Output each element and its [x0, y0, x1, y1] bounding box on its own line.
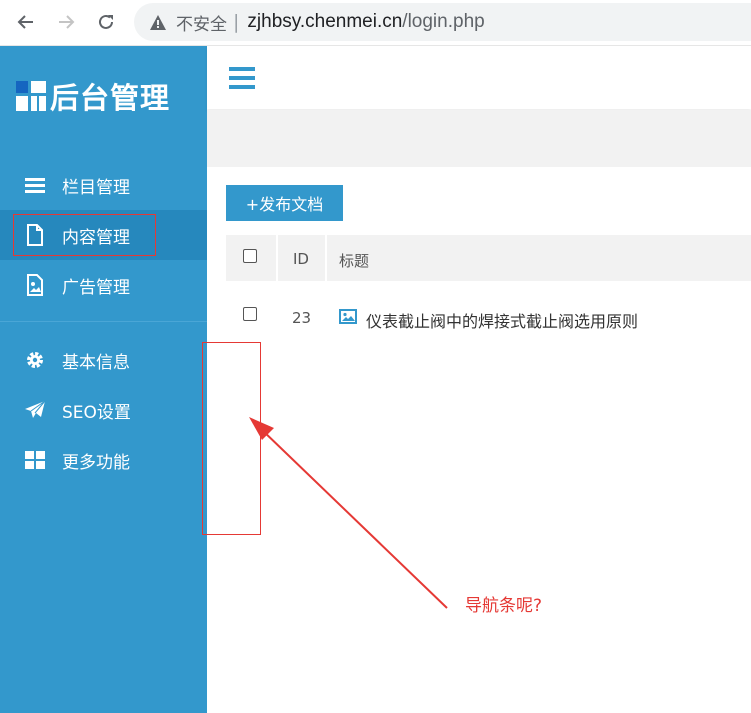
annotation-arrow-icon	[249, 417, 448, 609]
row-title-link[interactable]: 仪表截止阀中的焊接式截止阀选用原则	[366, 308, 638, 332]
arrow-right-icon	[59, 15, 75, 29]
sidebar-item-label: SEO设置	[62, 402, 131, 423]
row-id: 23	[292, 309, 312, 327]
url-text: zjhbsy.chenmei.cn/login.php	[247, 11, 484, 33]
publish-document-button[interactable]: +发布文档	[226, 185, 343, 221]
omnibox-separator: |	[233, 11, 240, 33]
sidebar-item-label: 栏目管理	[62, 177, 130, 198]
arrow-left-icon	[17, 15, 33, 29]
sidebar-item-columns[interactable]: 栏目管理	[0, 160, 207, 210]
sidebar-item-label: 更多功能	[62, 452, 130, 473]
menu-toggle-icon[interactable]	[229, 67, 255, 89]
url-host: zjhbsy.chenmei.cn	[247, 11, 403, 32]
browser-toolbar: 不安全 | zjhbsy.chenmei.cn/login.php	[0, 0, 751, 46]
sidebar: 后台管理 栏目管理 内容管理 广告管理 基本信息 SEO设置 更多功能	[0, 46, 207, 713]
sidebar-item-label: 广告管理	[62, 277, 130, 298]
sidebar-item-ads[interactable]: 广告管理	[0, 260, 207, 310]
logo-text: 后台管理	[50, 81, 171, 115]
gear-icon	[24, 349, 46, 371]
annotation-box-menu	[13, 214, 156, 256]
address-bar[interactable]: 不安全 | zjhbsy.chenmei.cn/login.php	[134, 3, 751, 41]
table-header: ID 标题	[226, 235, 751, 281]
column-divider	[276, 235, 278, 281]
annotation-text: 导航条呢?	[465, 596, 543, 616]
column-divider	[325, 235, 327, 281]
security-label: 不安全	[176, 14, 227, 35]
back-button[interactable]	[12, 8, 40, 36]
image-file-icon	[24, 274, 46, 296]
row-checkbox[interactable]	[243, 307, 257, 321]
sidebar-item-seo[interactable]: SEO设置	[0, 385, 207, 435]
grid-icon	[24, 449, 46, 471]
paper-plane-icon	[24, 399, 46, 421]
column-header-title: 标题	[339, 252, 370, 270]
warning-icon	[150, 13, 168, 31]
breadcrumb-area	[207, 110, 751, 167]
sidebar-item-more[interactable]: 更多功能	[0, 435, 207, 485]
image-icon	[339, 309, 357, 324]
logo: 后台管理	[16, 79, 170, 115]
sidebar-item-label: 基本信息	[62, 352, 130, 373]
list-icon	[24, 174, 46, 196]
url-path: /login.php	[402, 11, 485, 32]
reload-button[interactable]	[92, 8, 120, 36]
reload-icon	[99, 14, 113, 29]
top-header	[207, 46, 751, 109]
sidebar-item-basic-info[interactable]: 基本信息	[0, 335, 207, 385]
forward-button[interactable]	[52, 8, 80, 36]
logo-mark-icon	[16, 81, 46, 111]
select-all-checkbox[interactable]	[243, 249, 257, 263]
column-header-id: ID	[293, 250, 309, 268]
sidebar-divider	[0, 321, 207, 322]
